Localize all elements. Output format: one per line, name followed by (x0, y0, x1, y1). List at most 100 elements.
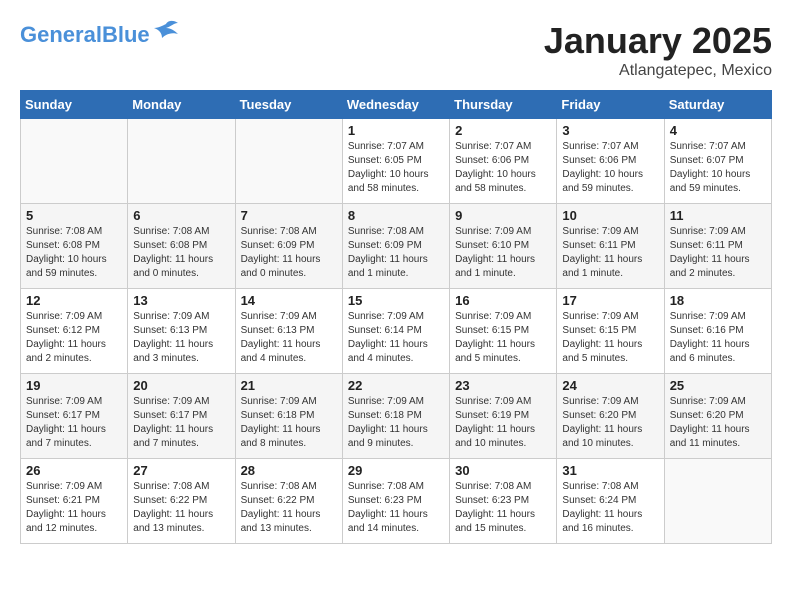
calendar-cell: 7 Sunrise: 7:08 AMSunset: 6:09 PMDaylight… (235, 204, 342, 289)
day-number: 13 (133, 293, 229, 308)
day-header-monday: Monday (128, 91, 235, 119)
calendar-cell: 16Sunrise: 7:09 AMSunset: 6:15 PMDayligh… (450, 289, 557, 374)
day-number: 24 (562, 378, 658, 393)
calendar-cell: 25 Sunrise: 7:09 AMSunset: 6:20 PMDayligh… (664, 374, 771, 459)
calendar-week-row: 5 Sunrise: 7:08 AMSunset: 6:08 PMDaylight… (21, 204, 772, 289)
day-info: Sunrise: 7:09 AMSunset: 6:10 PMDaylight:… (455, 225, 551, 281)
day-info: Sunrise: 7:09 AMSunset: 6:17 PMDaylight:… (133, 395, 229, 451)
day-info: Sunrise: 7:07 AMSunset: 6:06 PMDaylight:… (455, 140, 551, 196)
calendar-cell: 27Sunrise: 7:08 AMSunset: 6:22 PMDayligh… (128, 459, 235, 544)
calendar-cell: 3Sunrise: 7:07 AMSunset: 6:06 PMDaylight… (557, 119, 664, 204)
calendar-cell: 15 Sunrise: 7:09 AMSunset: 6:14 PMDayligh… (342, 289, 449, 374)
day-info: Sunrise: 7:09 AMSunset: 6:16 PMDaylight:… (670, 310, 766, 366)
day-number: 15 (348, 293, 444, 308)
day-number: 16 (455, 293, 551, 308)
title-block: January 2025 Atlangatepec, Mexico (544, 20, 772, 80)
day-header-tuesday: Tuesday (235, 91, 342, 119)
day-info: Sunrise: 7:09 AMSunset: 6:11 PMDaylight:… (670, 225, 766, 281)
day-number: 25 (670, 378, 766, 393)
calendar-cell: 26 Sunrise: 7:09 AMSunset: 6:21 PMDayligh… (21, 459, 128, 544)
day-number: 2 (455, 123, 551, 138)
calendar-cell: 31 Sunrise: 7:08 AMSunset: 6:24 PMDayligh… (557, 459, 664, 544)
day-info: Sunrise: 7:09 AMSunset: 6:11 PMDaylight:… (562, 225, 658, 281)
day-info: Sunrise: 7:08 AMSunset: 6:08 PMDaylight:… (26, 225, 122, 281)
day-info: Sunrise: 7:09 AMSunset: 6:20 PMDaylight:… (670, 395, 766, 451)
calendar-cell: 19 Sunrise: 7:09 AMSunset: 6:17 PMDayligh… (21, 374, 128, 459)
day-number: 26 (26, 463, 122, 478)
calendar-cell: 17 Sunrise: 7:09 AMSunset: 6:15 PMDayligh… (557, 289, 664, 374)
day-header-saturday: Saturday (664, 91, 771, 119)
day-number: 3 (562, 123, 658, 138)
day-number: 21 (241, 378, 337, 393)
calendar-week-row: 1Sunrise: 7:07 AMSunset: 6:05 PMDaylight… (21, 119, 772, 204)
day-number: 19 (26, 378, 122, 393)
day-number: 31 (562, 463, 658, 478)
day-number: 29 (348, 463, 444, 478)
calendar-table: SundayMondayTuesdayWednesdayThursdayFrid… (20, 90, 772, 544)
day-info: Sunrise: 7:09 AMSunset: 6:17 PMDaylight:… (26, 395, 122, 451)
day-info: Sunrise: 7:09 AMSunset: 6:20 PMDaylight:… (562, 395, 658, 451)
calendar-cell: 11 Sunrise: 7:09 AMSunset: 6:11 PMDayligh… (664, 204, 771, 289)
calendar-cell: 6 Sunrise: 7:08 AMSunset: 6:08 PMDaylight… (128, 204, 235, 289)
calendar-cell: 10Sunrise: 7:09 AMSunset: 6:11 PMDayligh… (557, 204, 664, 289)
day-number: 8 (348, 208, 444, 223)
calendar-cell: 14 Sunrise: 7:09 AMSunset: 6:13 PMDayligh… (235, 289, 342, 374)
day-info: Sunrise: 7:07 AMSunset: 6:07 PMDaylight:… (670, 140, 766, 196)
calendar-header-row: SundayMondayTuesdayWednesdayThursdayFrid… (21, 91, 772, 119)
day-number: 14 (241, 293, 337, 308)
day-info: Sunrise: 7:08 AMSunset: 6:23 PMDaylight:… (348, 480, 444, 536)
calendar-cell: 29 Sunrise: 7:08 AMSunset: 6:23 PMDayligh… (342, 459, 449, 544)
calendar-cell: 5 Sunrise: 7:08 AMSunset: 6:08 PMDaylight… (21, 204, 128, 289)
day-info: Sunrise: 7:09 AMSunset: 6:13 PMDaylight:… (133, 310, 229, 366)
calendar-cell: 4 Sunrise: 7:07 AMSunset: 6:07 PMDaylight… (664, 119, 771, 204)
calendar-cell (664, 459, 771, 544)
day-info: Sunrise: 7:08 AMSunset: 6:09 PMDaylight:… (348, 225, 444, 281)
calendar-cell: 9 Sunrise: 7:09 AMSunset: 6:10 PMDaylight… (450, 204, 557, 289)
day-info: Sunrise: 7:09 AMSunset: 6:21 PMDaylight:… (26, 480, 122, 536)
calendar-cell (128, 119, 235, 204)
calendar-week-row: 19 Sunrise: 7:09 AMSunset: 6:17 PMDayligh… (21, 374, 772, 459)
day-info: Sunrise: 7:08 AMSunset: 6:08 PMDaylight:… (133, 225, 229, 281)
day-number: 28 (241, 463, 337, 478)
day-number: 22 (348, 378, 444, 393)
calendar-cell: 1Sunrise: 7:07 AMSunset: 6:05 PMDaylight… (342, 119, 449, 204)
calendar-cell (21, 119, 128, 204)
day-info: Sunrise: 7:09 AMSunset: 6:18 PMDaylight:… (241, 395, 337, 451)
day-info: Sunrise: 7:09 AMSunset: 6:15 PMDaylight:… (562, 310, 658, 366)
day-number: 6 (133, 208, 229, 223)
day-number: 11 (670, 208, 766, 223)
day-number: 27 (133, 463, 229, 478)
calendar-subtitle: Atlangatepec, Mexico (544, 62, 772, 80)
calendar-cell: 23 Sunrise: 7:09 AMSunset: 6:19 PMDayligh… (450, 374, 557, 459)
calendar-cell: 22 Sunrise: 7:09 AMSunset: 6:18 PMDayligh… (342, 374, 449, 459)
day-number: 4 (670, 123, 766, 138)
day-info: Sunrise: 7:08 AMSunset: 6:22 PMDaylight:… (241, 480, 337, 536)
calendar-week-row: 26 Sunrise: 7:09 AMSunset: 6:21 PMDayligh… (21, 459, 772, 544)
day-number: 7 (241, 208, 337, 223)
calendar-cell: 30Sunrise: 7:08 AMSunset: 6:23 PMDayligh… (450, 459, 557, 544)
day-info: Sunrise: 7:09 AMSunset: 6:14 PMDaylight:… (348, 310, 444, 366)
day-header-wednesday: Wednesday (342, 91, 449, 119)
calendar-cell: 12 Sunrise: 7:09 AMSunset: 6:12 PMDayligh… (21, 289, 128, 374)
calendar-cell: 24 Sunrise: 7:09 AMSunset: 6:20 PMDayligh… (557, 374, 664, 459)
day-info: Sunrise: 7:09 AMSunset: 6:12 PMDaylight:… (26, 310, 122, 366)
calendar-cell: 8 Sunrise: 7:08 AMSunset: 6:09 PMDaylight… (342, 204, 449, 289)
day-info: Sunrise: 7:08 AMSunset: 6:09 PMDaylight:… (241, 225, 337, 281)
day-number: 17 (562, 293, 658, 308)
day-number: 12 (26, 293, 122, 308)
logo-text: GeneralBlue (20, 24, 150, 46)
day-info: Sunrise: 7:09 AMSunset: 6:18 PMDaylight:… (348, 395, 444, 451)
day-number: 9 (455, 208, 551, 223)
day-number: 5 (26, 208, 122, 223)
calendar-cell: 13 Sunrise: 7:09 AMSunset: 6:13 PMDayligh… (128, 289, 235, 374)
day-number: 23 (455, 378, 551, 393)
page-header: GeneralBlue January 2025 Atlangatepec, M… (20, 20, 772, 80)
day-number: 18 (670, 293, 766, 308)
day-info: Sunrise: 7:09 AMSunset: 6:13 PMDaylight:… (241, 310, 337, 366)
calendar-cell (235, 119, 342, 204)
day-info: Sunrise: 7:08 AMSunset: 6:24 PMDaylight:… (562, 480, 658, 536)
day-header-sunday: Sunday (21, 91, 128, 119)
day-number: 20 (133, 378, 229, 393)
day-info: Sunrise: 7:09 AMSunset: 6:19 PMDaylight:… (455, 395, 551, 451)
calendar-cell: 18 Sunrise: 7:09 AMSunset: 6:16 PMDayligh… (664, 289, 771, 374)
